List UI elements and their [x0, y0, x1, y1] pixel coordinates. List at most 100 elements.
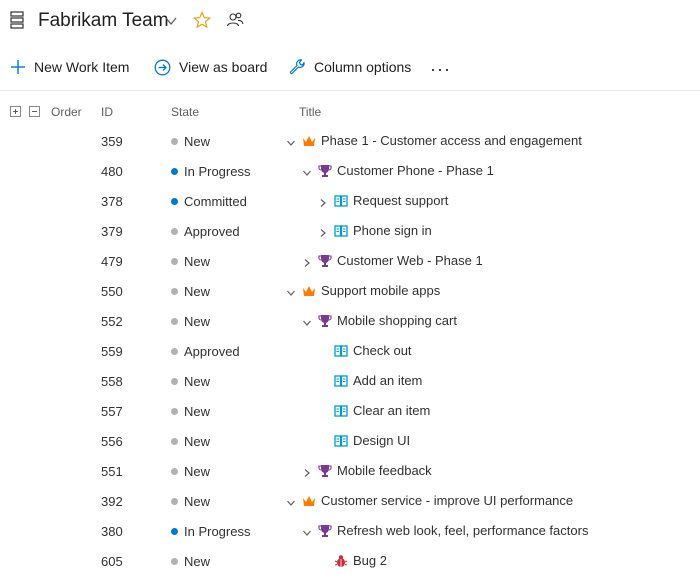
collapse-chevron-icon[interactable]	[286, 496, 296, 506]
state-dot-icon	[171, 318, 178, 325]
table-row[interactable]: 556 New Design UI	[0, 426, 700, 456]
user-story-book-icon	[334, 194, 348, 208]
table-row[interactable]: 378 Committed Request support	[0, 186, 700, 216]
work-item-id: 559	[101, 344, 123, 359]
state-label: New	[184, 554, 211, 569]
state-dot-icon	[171, 168, 178, 175]
new-work-item-button[interactable]: New Work Item	[10, 52, 129, 82]
state-label: In Progress	[184, 164, 251, 179]
team-members-icon[interactable]	[226, 11, 244, 29]
work-item-title-link[interactable]: Customer Phone - Phase 1	[337, 163, 494, 178]
state-label: New	[184, 494, 211, 509]
work-item-title-cell: Support mobile apps	[286, 283, 440, 298]
work-item-state: New	[171, 314, 210, 329]
table-row[interactable]: 379 Approved Phone sign in	[0, 216, 700, 246]
table-row[interactable]: 605 New Bug 2	[0, 546, 700, 576]
work-item-list: 359 New Phase 1 - Customer access and enga…	[0, 126, 700, 576]
state-label: New	[184, 404, 211, 419]
state-dot-icon	[171, 228, 178, 235]
expand-chevron-icon[interactable]	[318, 226, 328, 237]
table-row[interactable]: 558 New Add an item	[0, 366, 700, 396]
table-row[interactable]: 380 In Progress Refresh web look, feel, pe…	[0, 516, 700, 546]
work-item-state: New	[171, 494, 210, 509]
state-label: New	[184, 434, 211, 449]
table-row[interactable]: 479 New Customer Web - Phase 1	[0, 246, 700, 276]
work-item-title-link[interactable]: Check out	[353, 343, 412, 358]
team-title[interactable]: Fabrikam Team	[38, 10, 169, 32]
work-item-id: 379	[101, 224, 123, 239]
feature-trophy-icon	[318, 524, 332, 538]
plus-icon	[11, 60, 25, 74]
feature-trophy-icon	[318, 464, 332, 478]
collapse-chevron-icon[interactable]	[302, 166, 312, 176]
work-item-title-cell: Customer service - improve UI performanc…	[286, 493, 573, 508]
state-dot-icon	[171, 498, 178, 505]
expand-chevron-icon[interactable]	[302, 256, 312, 267]
work-item-id: 605	[101, 554, 123, 569]
more-options-button[interactable]: ···	[430, 59, 451, 80]
chevron-down-icon[interactable]	[164, 14, 178, 28]
table-row[interactable]: 359 New Phase 1 - Customer access and enga…	[0, 126, 700, 156]
table-row[interactable]: 392 New Customer service - improve UI perf…	[0, 486, 700, 516]
table-row[interactable]: 557 New Clear an item	[0, 396, 700, 426]
work-item-title-cell: Refresh web look, feel, performance fact…	[302, 523, 588, 538]
state-label: New	[184, 284, 211, 299]
work-item-title-link[interactable]: Add an item	[353, 373, 422, 388]
work-item-title-cell: Clear an item	[318, 403, 430, 418]
work-item-title-cell: Mobile feedback	[302, 463, 432, 478]
table-row[interactable]: 559 Approved Check out	[0, 336, 700, 366]
column-header-title[interactable]: Title	[299, 105, 321, 119]
backlog-icon	[10, 11, 24, 29]
work-item-state: New	[171, 434, 210, 449]
collapse-chevron-icon[interactable]	[286, 286, 296, 296]
work-item-title-link[interactable]: Refresh web look, feel, performance fact…	[337, 523, 588, 538]
favorite-star-icon[interactable]	[193, 11, 211, 29]
state-label: New	[184, 134, 211, 149]
view-as-board-button[interactable]: View as board	[154, 52, 267, 82]
wrench-icon	[289, 58, 305, 74]
collapse-all-button[interactable]	[29, 106, 40, 117]
column-header-id[interactable]: ID	[101, 105, 113, 119]
work-item-title-link[interactable]: Mobile feedback	[337, 463, 432, 478]
work-item-id: 550	[101, 284, 123, 299]
work-item-title-cell: Check out	[318, 343, 412, 358]
work-item-title-link[interactable]: Support mobile apps	[321, 283, 440, 298]
work-item-title-link[interactable]: Clear an item	[353, 403, 430, 418]
expand-chevron-icon[interactable]	[302, 466, 312, 477]
table-row[interactable]: 550 New Support mobile apps	[0, 276, 700, 306]
work-item-title-cell: Phone sign in	[318, 223, 432, 238]
table-row[interactable]: 551 New Mobile feedback	[0, 456, 700, 486]
table-row[interactable]: 480 In Progress Customer Phone - Phase 1	[0, 156, 700, 186]
new-work-item-label: New Work Item	[34, 59, 130, 75]
collapse-chevron-icon[interactable]	[286, 136, 296, 146]
work-item-title-link[interactable]: Phase 1 - Customer access and engagement	[321, 133, 582, 148]
work-item-title-link[interactable]: Design UI	[353, 433, 410, 448]
expand-all-button[interactable]	[10, 106, 21, 117]
bug-icon	[334, 554, 348, 568]
user-story-book-icon	[334, 374, 348, 388]
work-item-title-cell: Design UI	[318, 433, 410, 448]
work-item-title-link[interactable]: Bug 2	[353, 553, 387, 568]
work-item-state: New	[171, 464, 210, 479]
user-story-book-icon	[334, 434, 348, 448]
work-item-title-link[interactable]: Customer service - improve UI performanc…	[321, 493, 573, 508]
work-item-id: 378	[101, 194, 123, 209]
work-item-id: 359	[101, 134, 123, 149]
column-header-state[interactable]: State	[171, 105, 199, 119]
collapse-chevron-icon[interactable]	[302, 316, 312, 326]
work-item-title-link[interactable]: Mobile shopping cart	[337, 313, 457, 328]
column-header-order[interactable]: Order	[51, 105, 82, 119]
collapse-chevron-icon[interactable]	[302, 526, 312, 536]
state-label: In Progress	[184, 524, 251, 539]
view-as-board-label: View as board	[179, 59, 268, 75]
table-row[interactable]: 552 New Mobile shopping cart	[0, 306, 700, 336]
work-item-title-link[interactable]: Phone sign in	[353, 223, 432, 238]
work-item-id: 551	[101, 464, 123, 479]
work-item-title-link[interactable]: Customer Web - Phase 1	[337, 253, 483, 268]
expand-chevron-icon[interactable]	[318, 196, 328, 207]
work-item-state: Approved	[171, 224, 240, 239]
work-item-title-link[interactable]: Request support	[353, 193, 448, 208]
state-dot-icon	[171, 288, 178, 295]
column-options-button[interactable]: Column options	[289, 52, 411, 82]
work-item-title-cell: Request support	[318, 193, 448, 208]
